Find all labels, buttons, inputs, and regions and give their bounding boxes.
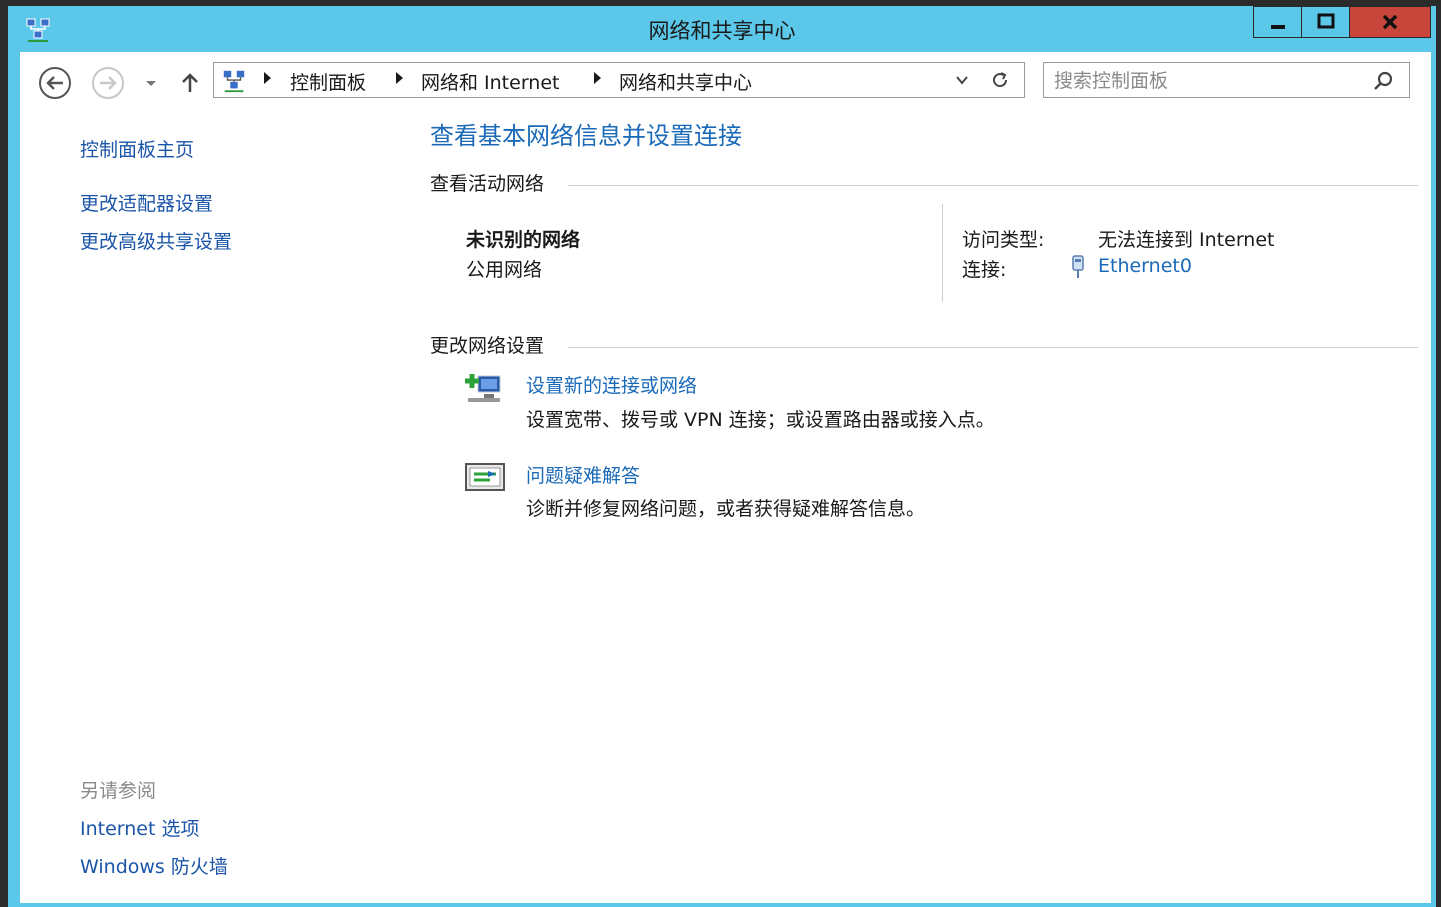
network-divider: [942, 204, 943, 302]
close-button[interactable]: [1350, 6, 1431, 38]
network-type-link[interactable]: 公用网络: [466, 255, 542, 282]
network-name: 未识别的网络: [466, 229, 581, 251]
search-box[interactable]: [1043, 62, 1410, 98]
close-icon: [1382, 14, 1398, 30]
maximize-button[interactable]: [1302, 6, 1350, 38]
control-panel-home-link[interactable]: 控制面板主页: [80, 135, 194, 162]
troubleshoot-link[interactable]: 问题疑难解答: [526, 461, 640, 488]
active-networks-title: 查看活动网络: [430, 169, 553, 196]
window-title: 网络和共享中心: [648, 19, 796, 43]
maximize-icon: [1317, 13, 1334, 29]
troubleshoot-desc: 诊断并修复网络问题，或者获得疑难解答信息。: [526, 498, 926, 520]
breadcrumb-control-panel[interactable]: 控制面板: [290, 68, 366, 95]
access-type-label: 访问类型:: [962, 229, 1045, 251]
window-frame: 网络和共享中心 控制面板 网络和 Internet 网络和共享中心 搜索控制面板…: [8, 6, 1436, 907]
windows-firewall-link[interactable]: Windows 防火墙: [80, 852, 228, 879]
section-divider: [568, 347, 1418, 348]
search-icon[interactable]: [1372, 70, 1394, 92]
control-panel-icon: [223, 70, 245, 93]
page-title: 查看基本网络信息并设置连接: [430, 122, 742, 150]
forward-arrow-icon: [92, 67, 124, 99]
new-connection-icon: [465, 374, 501, 402]
up-arrow-icon: [182, 73, 198, 92]
breadcrumb-separator[interactable]: [594, 72, 601, 84]
back-button[interactable]: [38, 66, 72, 100]
setup-new-connection-link[interactable]: 设置新的连接或网络: [526, 371, 697, 398]
section-divider: [568, 185, 1418, 186]
breadcrumb-network-internet[interactable]: 网络和 Internet: [421, 68, 559, 95]
search-input[interactable]: [1052, 67, 1366, 95]
client-area: 控制面板 网络和 Internet 网络和共享中心 控制面板主页 更改适配器设置…: [20, 52, 1431, 903]
forward-button[interactable]: [91, 66, 125, 100]
setup-new-connection-desc: 设置宽带、拨号或 VPN 连接；或设置路由器或接入点。: [526, 409, 995, 431]
minimize-icon: [1270, 25, 1285, 29]
address-dropdown-icon[interactable]: [954, 72, 970, 88]
see-also-title: 另请参阅: [80, 780, 157, 802]
change-advanced-sharing-link[interactable]: 更改高级共享设置: [80, 227, 232, 254]
breadcrumb-separator[interactable]: [396, 72, 403, 84]
breadcrumb-network-sharing-center[interactable]: 网络和共享中心: [619, 68, 752, 95]
breadcrumb-separator[interactable]: [264, 72, 271, 84]
change-adapter-settings-link[interactable]: 更改适配器设置: [80, 189, 213, 216]
up-button[interactable]: [173, 66, 207, 100]
recent-locations-button[interactable]: [141, 66, 161, 100]
chevron-down-icon: [146, 81, 156, 86]
internet-options-link[interactable]: Internet 选项: [80, 814, 199, 841]
ethernet-icon: [1072, 255, 1084, 278]
address-bar[interactable]: 控制面板 网络和 Internet 网络和共享中心: [213, 62, 1025, 98]
connections-label: 连接:: [962, 259, 1007, 281]
troubleshoot-icon: [465, 463, 505, 491]
minimize-button[interactable]: [1253, 6, 1302, 38]
access-type-value: 无法连接到 Internet: [1098, 229, 1275, 251]
ethernet-connection-link[interactable]: Ethernet0: [1098, 255, 1192, 277]
back-arrow-icon: [39, 67, 71, 99]
refresh-icon[interactable]: [990, 70, 1010, 90]
change-settings-title: 更改网络设置: [430, 331, 553, 358]
title-bar[interactable]: 网络和共享中心: [8, 6, 1436, 52]
